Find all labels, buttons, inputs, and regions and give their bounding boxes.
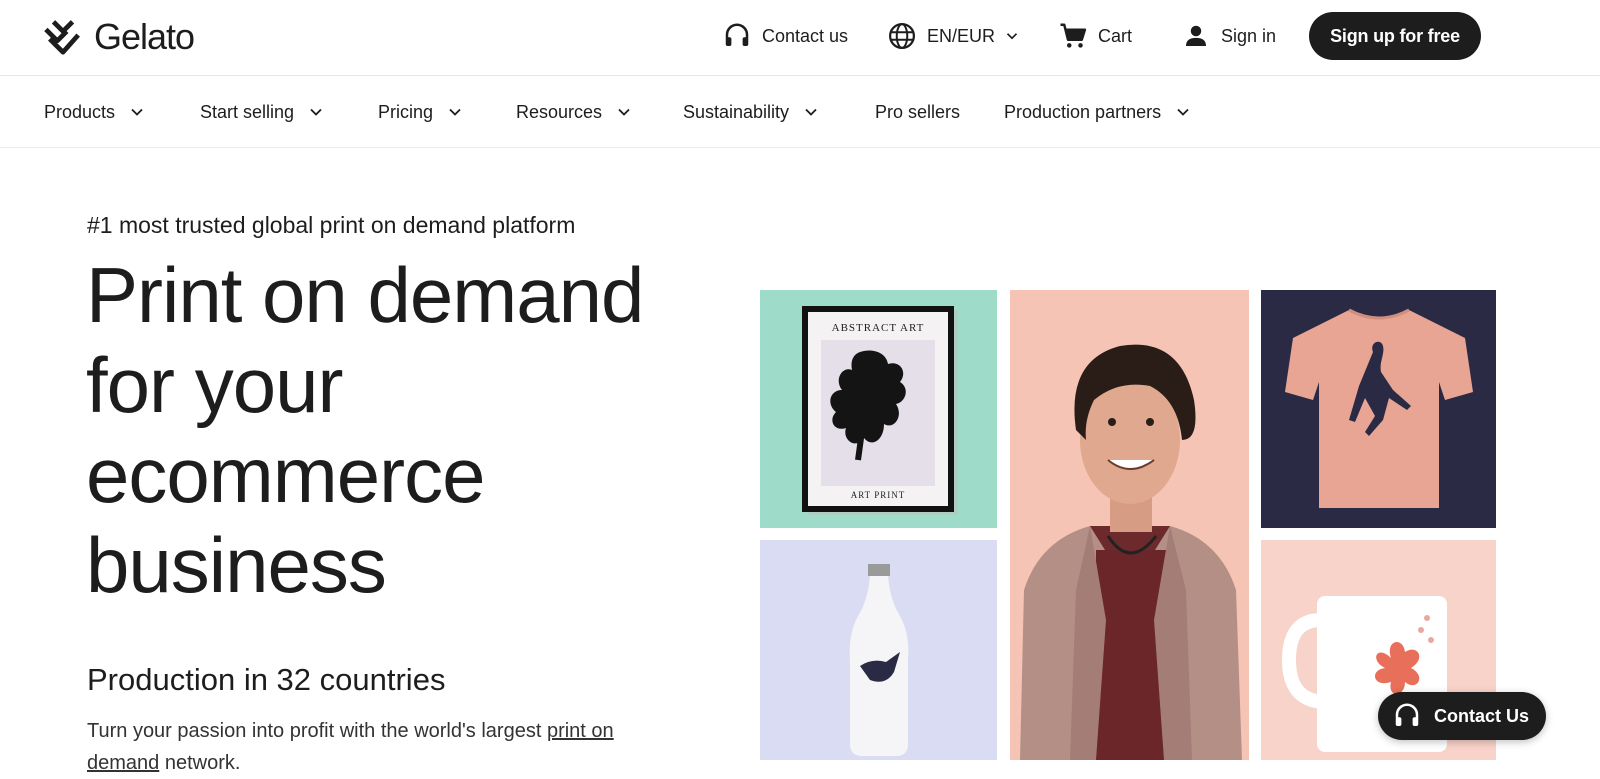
description-text-end: network. — [159, 752, 241, 774]
nav-item-production-partners[interactable]: Production partners — [1004, 98, 1193, 126]
chevron-down-icon — [1006, 33, 1018, 40]
sign-up-button[interactable]: Sign up for free — [1309, 12, 1481, 60]
tshirt-illustration — [1261, 290, 1496, 528]
cart-label: Cart — [1098, 25, 1133, 46]
headline-line: for your — [86, 341, 343, 429]
globe-icon — [889, 23, 915, 49]
nav-item-pro-sellers[interactable]: Pro sellers — [875, 98, 960, 126]
tshirt-image — [1261, 290, 1496, 528]
art-print-illustration: ABSTRACT ART ART PRINT — [760, 290, 997, 528]
nav-item-label: Start selling — [200, 101, 295, 122]
art-print-title: ABSTRACT ART — [832, 322, 925, 334]
floating-contact-label: Contact Us — [1434, 705, 1530, 726]
headset-icon — [725, 23, 749, 46]
chevron-down-icon — [449, 108, 461, 116]
user-icon — [1186, 25, 1206, 46]
top-bar: Gelato Contact us EN/EUR Cart Sign in Si… — [0, 0, 1600, 76]
hero-subhead: Production in 32 countries — [87, 662, 446, 697]
hero-headline: Print on demand for your ecommerce busin… — [86, 250, 726, 610]
gelato-logo-icon — [44, 20, 80, 55]
brand-name: Gelato — [94, 16, 195, 57]
nav-item-label: Production partners — [1004, 101, 1162, 122]
nav-item-pricing[interactable]: Pricing — [378, 98, 465, 126]
description-text: Turn your passion into profit with the w… — [87, 720, 547, 742]
hero-description: Turn your passion into profit with the w… — [87, 715, 687, 779]
hero-eyebrow: #1 most trusted global print on demand p… — [87, 212, 576, 238]
cart-icon — [1060, 23, 1087, 48]
gelato-logo[interactable]: Gelato — [44, 16, 195, 58]
locale-label: EN/EUR — [927, 25, 996, 46]
art-print-image: ABSTRACT ART ART PRINT — [760, 290, 997, 528]
headline-line: ecommerce — [86, 431, 485, 519]
contact-us-label: Contact us — [762, 25, 849, 46]
nav-item-label: Resources — [516, 101, 603, 122]
headline-line: business — [86, 521, 387, 609]
main-nav: Products Start selling Pricing Resources… — [0, 76, 1600, 148]
chevron-down-icon — [805, 108, 817, 116]
nav-item-products[interactable]: Products — [44, 98, 147, 126]
water-bottle-image — [760, 540, 997, 760]
headset-icon — [1395, 703, 1419, 726]
cart-link[interactable]: Cart — [1058, 18, 1132, 54]
chevron-down-icon — [1177, 108, 1189, 116]
nav-item-label: Pro sellers — [875, 101, 961, 122]
locale-selector[interactable]: EN/EUR — [887, 18, 1021, 54]
model-portrait-image — [1010, 290, 1249, 760]
headline-line: Print on demand — [86, 251, 644, 339]
sign-in-link[interactable]: Sign in — [1181, 18, 1276, 54]
nav-item-resources[interactable]: Resources — [516, 98, 634, 126]
art-print-caption: ART PRINT — [851, 490, 906, 500]
nav-item-sustainability[interactable]: Sustainability — [683, 98, 821, 126]
nav-item-label: Pricing — [378, 101, 434, 122]
chevron-down-icon — [310, 108, 322, 116]
water-bottle-illustration — [760, 540, 997, 760]
nav-item-start-selling[interactable]: Start selling — [200, 98, 326, 126]
contact-us-link[interactable]: Contact us — [722, 18, 848, 54]
floating-contact-button[interactable]: Contact Us — [1378, 692, 1546, 740]
nav-item-label: Sustainability — [683, 101, 790, 122]
model-portrait-illustration — [1010, 290, 1249, 760]
sign-in-label: Sign in — [1221, 25, 1277, 46]
chevron-down-icon — [131, 108, 143, 116]
chevron-down-icon — [618, 108, 630, 116]
nav-item-label: Products — [44, 101, 116, 122]
